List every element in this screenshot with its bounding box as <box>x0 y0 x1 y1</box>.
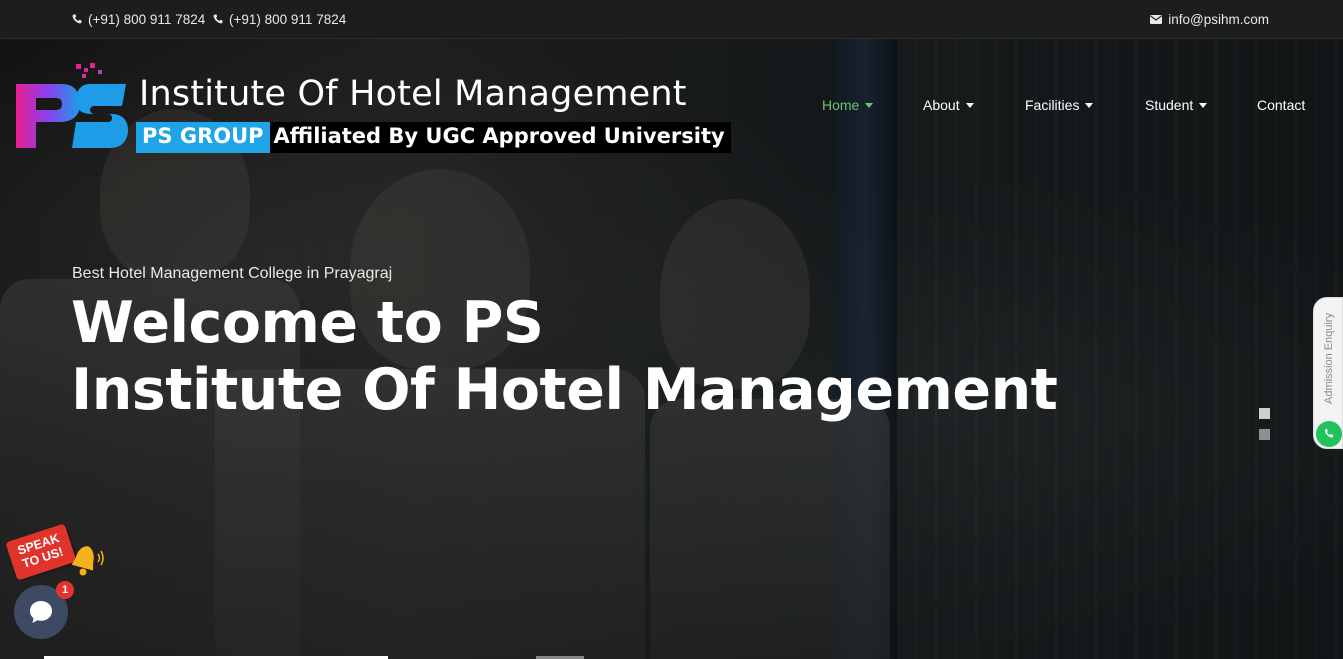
email-address: info@psihm.com <box>1168 11 1269 27</box>
email-contact[interactable]: info@psihm.com <box>1150 12 1269 27</box>
chat-notification-badge: 1 <box>56 581 74 599</box>
main-navigation: Home About Facilities Student Contact <box>0 97 1343 119</box>
admission-enquiry-label: Admission Enquiry <box>1323 312 1335 404</box>
speak-to-us-tag: SPEAK TO US! <box>5 523 77 581</box>
nav-item-label: Home <box>822 97 860 113</box>
phone-contact-1[interactable]: (+91) 800 911 7824 <box>72 12 205 27</box>
nav-item-label: Contact <box>1257 97 1306 113</box>
hero-headline: Welcome to PS Institute Of Hotel Managem… <box>71 290 1058 424</box>
phone-number-2: (+91) 800 911 7824 <box>229 11 347 27</box>
caret-down-icon <box>865 102 874 108</box>
whatsapp-icon[interactable] <box>1316 421 1342 447</box>
speak-to-us-badge[interactable]: SPEAK TO US! <box>5 523 105 584</box>
phone-icon <box>72 14 82 24</box>
nav-item-home[interactable]: Home <box>822 97 874 113</box>
caret-down-icon <box>965 102 974 108</box>
caret-down-icon <box>1199 102 1208 108</box>
affiliation-label: Affiliated By UGC Approved University <box>269 122 731 153</box>
whatsapp-phone-icon <box>1325 429 1333 438</box>
hero-subtitle: Best Hotel Management College in Prayagr… <box>72 265 393 282</box>
top-bar: (+91) 800 911 7824 (+91) 800 911 7824 in… <box>0 0 1343 39</box>
bell-icon <box>71 546 104 576</box>
hero-headline-line-1: Welcome to PS <box>71 290 544 356</box>
chat-widget-button[interactable]: 1 <box>14 581 74 639</box>
slider-dot-2[interactable] <box>1259 429 1270 440</box>
phone-icon <box>213 14 223 24</box>
hero-headline-line-2: Institute Of Hotel Management <box>71 357 1058 423</box>
phone-contact-2[interactable]: (+91) 800 911 7824 <box>213 12 346 27</box>
nav-item-label: Facilities <box>1025 97 1080 113</box>
affiliation-strip: PS GROUP Affiliated By UGC Approved Univ… <box>136 122 731 153</box>
nav-item-label: Student <box>1145 97 1194 113</box>
caret-down-icon <box>1085 102 1094 108</box>
slider-dot-1[interactable] <box>1259 408 1270 419</box>
chat-bubble-icon <box>30 601 52 623</box>
nav-item-label: About <box>923 97 960 113</box>
admission-enquiry-tab[interactable]: Admission Enquiry <box>1313 297 1343 449</box>
phone-number-1: (+91) 800 911 7824 <box>88 11 206 27</box>
envelope-icon <box>1150 14 1163 24</box>
nav-item-facilities[interactable]: Facilities <box>1025 97 1094 113</box>
nav-item-student[interactable]: Student <box>1145 97 1208 113</box>
ps-group-label: PS GROUP <box>136 122 270 153</box>
nav-item-about[interactable]: About <box>923 97 974 113</box>
nav-item-contact[interactable]: Contact <box>1257 97 1305 113</box>
